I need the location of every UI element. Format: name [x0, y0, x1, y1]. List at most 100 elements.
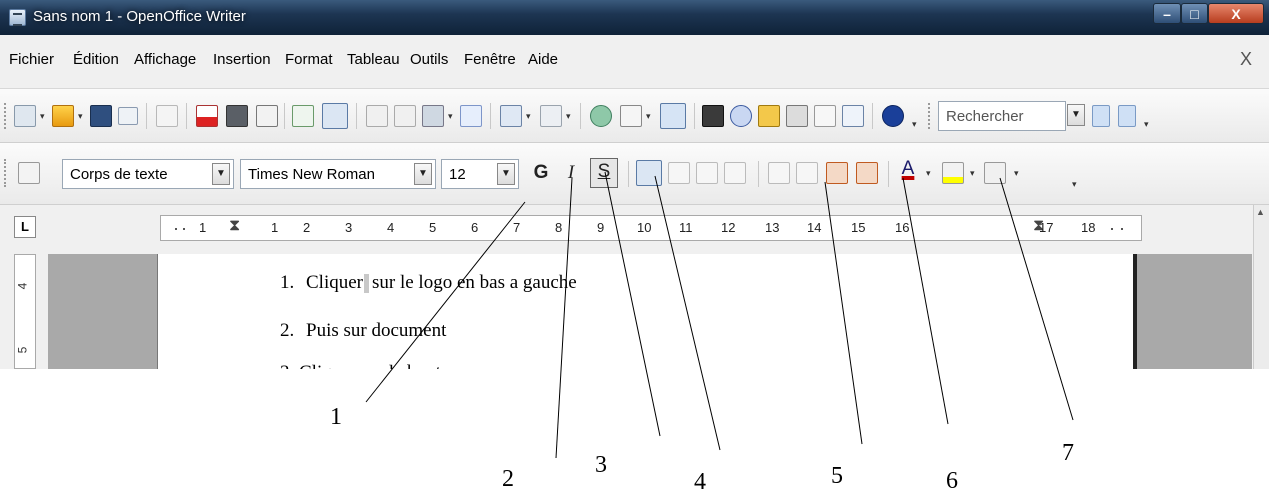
font-size-dropdown-icon[interactable]: ▼	[497, 163, 515, 185]
toolbar-options-icon[interactable]: ▾	[912, 119, 920, 130]
menu-fenetre[interactable]: Fenêtre	[464, 51, 516, 68]
list-item[interactable]: 2. Puis sur document	[280, 320, 446, 342]
vertical-ruler-label: 4	[15, 282, 30, 290]
close-window-button[interactable]: X	[1208, 3, 1264, 24]
underline-button[interactable]: S	[590, 158, 618, 188]
font-name-dropdown-icon[interactable]: ▼	[414, 163, 432, 185]
hyperlink-icon[interactable]	[590, 105, 612, 127]
menu-fichier[interactable]: Fichier	[9, 51, 54, 68]
ruler-tick	[1121, 228, 1123, 230]
table-dropdown-icon[interactable]: ▾	[646, 111, 654, 122]
toolbar-options-icon[interactable]: ▾	[1072, 179, 1080, 190]
print-icon[interactable]	[226, 105, 248, 127]
bullets-icon[interactable]	[796, 162, 818, 184]
document-page[interactable]: 1. Cliquer sur le logo en bas a gauche 2. P…	[158, 254, 1138, 369]
paste-icon[interactable]	[422, 105, 444, 127]
indent-marker-icon[interactable]: ⧗	[229, 217, 240, 235]
menu-insertion[interactable]: Insertion	[213, 51, 271, 68]
formatting-toolbar: Corps de texte ▼ Times New Roman ▼ 12 ▼ …	[0, 143, 1269, 205]
find-toolbar-options-icon[interactable]: ▾	[1144, 119, 1152, 130]
font-color-button[interactable]: A	[898, 158, 918, 180]
spellcheck-icon[interactable]	[292, 105, 314, 127]
clone-format-icon[interactable]	[460, 105, 482, 127]
export-pdf-icon[interactable]	[196, 105, 218, 127]
font-color-dropdown-icon[interactable]: ▾	[926, 168, 934, 179]
find-previous-icon[interactable]	[1118, 105, 1136, 127]
menu-edition[interactable]: Édition	[73, 51, 119, 68]
background-color-dropdown-icon[interactable]: ▾	[1014, 168, 1022, 179]
maximize-button[interactable]: □	[1181, 3, 1208, 24]
paragraph-style-value: Corps de texte	[70, 166, 168, 183]
zoom-icon[interactable]	[842, 105, 864, 127]
paragraph-style-dropdown-icon[interactable]: ▼	[212, 163, 230, 185]
font-size-select[interactable]: 12 ▼	[441, 159, 519, 189]
toolbar-grip[interactable]	[4, 103, 8, 129]
vertical-ruler[interactable]: 4 5	[14, 254, 36, 369]
highlighting-dropdown-icon[interactable]: ▾	[970, 168, 978, 179]
data-sources-icon[interactable]	[786, 105, 808, 127]
autospellcheck-icon[interactable]	[322, 103, 348, 129]
bold-button[interactable]: G	[533, 162, 549, 184]
styles-formatting-icon[interactable]	[18, 162, 40, 184]
table-icon[interactable]	[620, 105, 642, 127]
list-item[interactable]: 1. Cliquer sur le logo en bas a gauche	[280, 272, 577, 294]
save-icon[interactable]	[90, 105, 112, 127]
copy-icon[interactable]	[394, 105, 416, 127]
font-name-select[interactable]: Times New Roman ▼	[240, 159, 436, 189]
search-dropdown-icon[interactable]: ▼	[1067, 104, 1085, 126]
minimize-button[interactable]: –	[1153, 3, 1181, 24]
writer-app-icon[interactable]	[9, 9, 26, 26]
search-input[interactable]: Rechercher	[938, 101, 1066, 131]
callout-label-1: 1	[330, 404, 342, 430]
cut-icon[interactable]	[366, 105, 388, 127]
menu-format[interactable]: Format	[285, 51, 333, 68]
justify-icon[interactable]	[724, 162, 746, 184]
navigator-icon[interactable]	[730, 105, 752, 127]
draw-functions-icon[interactable]	[660, 103, 686, 129]
find-replace-icon[interactable]	[702, 105, 724, 127]
email-icon[interactable]	[118, 107, 138, 125]
decrease-indent-icon[interactable]	[826, 162, 848, 184]
ruler-label: 12	[721, 220, 736, 235]
align-right-icon[interactable]	[696, 162, 718, 184]
highlighting-icon[interactable]	[942, 162, 964, 184]
numbering-icon[interactable]	[768, 162, 790, 184]
open-dropdown-icon[interactable]: ▾	[78, 111, 86, 122]
menu-aide[interactable]: Aide	[528, 51, 558, 68]
tab-stop-selector[interactable]: L	[14, 216, 36, 238]
new-dropdown-icon[interactable]: ▾	[40, 111, 48, 122]
redo-dropdown-icon[interactable]: ▾	[566, 111, 574, 122]
find-toolbar-grip[interactable]	[928, 103, 932, 129]
menu-tableau[interactable]: Tableau	[347, 51, 400, 68]
formatting-marks-icon[interactable]	[814, 105, 836, 127]
paragraph-style-select[interactable]: Corps de texte ▼	[62, 159, 234, 189]
edit-file-icon[interactable]	[156, 105, 178, 127]
menu-affichage[interactable]: Affichage	[134, 51, 196, 68]
ruler-label: 10	[637, 220, 652, 235]
print-preview-icon[interactable]	[256, 105, 278, 127]
undo-dropdown-icon[interactable]: ▾	[526, 111, 534, 122]
find-next-icon[interactable]	[1092, 105, 1110, 127]
toolbar-separator	[186, 103, 187, 129]
vertical-scrollbar[interactable]: ▲	[1253, 205, 1269, 369]
gallery-icon[interactable]	[758, 105, 780, 127]
horizontal-ruler[interactable]: 1 ⧗ 1 2 3 4 5 6 7 8 9 10 11 12 13 14 15 …	[160, 215, 1142, 241]
align-center-icon[interactable]	[668, 162, 690, 184]
toolbar-grip[interactable]	[4, 159, 8, 187]
ruler-label: 13	[765, 220, 780, 235]
toolbar-separator	[490, 103, 491, 129]
help-icon[interactable]	[882, 105, 904, 127]
align-left-icon[interactable]	[636, 160, 662, 186]
undo-icon[interactable]	[500, 105, 522, 127]
menu-outils[interactable]: Outils	[410, 51, 448, 68]
toolbar-separator	[872, 103, 873, 129]
close-document-icon[interactable]: X	[1240, 49, 1252, 70]
scroll-up-icon[interactable]: ▲	[1256, 207, 1265, 217]
new-document-icon[interactable]	[14, 105, 36, 127]
background-color-icon[interactable]	[984, 162, 1006, 184]
paste-dropdown-icon[interactable]: ▾	[448, 111, 456, 122]
redo-icon[interactable]	[540, 105, 562, 127]
increase-indent-icon[interactable]	[856, 162, 878, 184]
open-folder-icon[interactable]	[52, 105, 74, 127]
italic-button[interactable]: I	[563, 162, 579, 184]
